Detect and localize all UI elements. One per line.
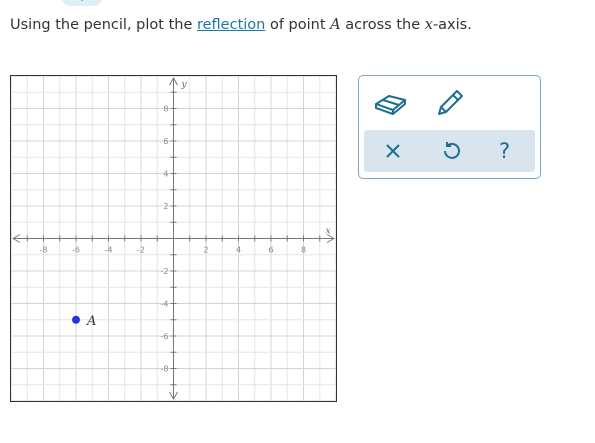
y-axis-label: y [181,80,188,90]
point-a [72,315,80,324]
reflection-link[interactable]: reflection [197,17,265,33]
top-tab[interactable] [61,0,103,6]
undo-icon [444,142,460,159]
y-tick-label: 2 [163,202,168,211]
coordinate-grid[interactable]: -8 -6 -4 -2 2 4 6 8 8 6 4 2 -2 -4 -6 -8 x y A [10,75,337,402]
x-tick-label: -8 [40,246,48,255]
y-tick-label: -6 [161,332,169,341]
graph-canvas[interactable]: -8 -6 -4 -2 2 4 6 8 8 6 4 2 -2 -4 -6 -8 x y A [11,76,336,401]
question-text-end: -axis. [432,17,472,33]
help-icon: ? [499,139,511,163]
x-tick-label: 6 [268,246,273,255]
y-tick-label: 4 [163,170,168,179]
y-tick-label: -4 [161,300,169,309]
question-text-middle: of point [265,17,331,33]
pencil-icon [438,90,463,115]
help-button[interactable]: ? [499,139,510,163]
pencil-button[interactable] [435,86,467,118]
x-tick-label: -4 [105,246,113,255]
y-tick-label: 8 [163,105,168,114]
clear-button[interactable] [384,142,402,160]
x-axis-label: x [325,227,330,237]
question-text-start: Using the pencil, plot the [10,17,197,33]
x-tick-label: 2 [203,246,208,255]
x-tick-label: 8 [301,246,306,255]
action-bar: ? [364,130,535,172]
y-tick-label: -2 [161,267,169,276]
close-icon [386,144,400,158]
question-prompt: Using the pencil, plot the reflection of… [10,17,472,33]
question-text-across: across the [340,17,425,33]
y-tick-label: -8 [161,365,169,374]
undo-button[interactable] [441,141,461,161]
x-tick-label: -2 [137,246,145,255]
eraser-button[interactable] [373,88,409,118]
y-tick-label: 6 [163,137,168,146]
eraser-icon [375,95,406,115]
axis-variable: x [424,17,433,33]
point-a-label: A [86,314,96,329]
tool-panel: ? [358,75,541,179]
x-tick-label: -6 [72,246,80,255]
chevron-down-icon [81,0,83,1]
x-tick-label: 4 [236,246,241,255]
point-variable: A [330,17,341,33]
